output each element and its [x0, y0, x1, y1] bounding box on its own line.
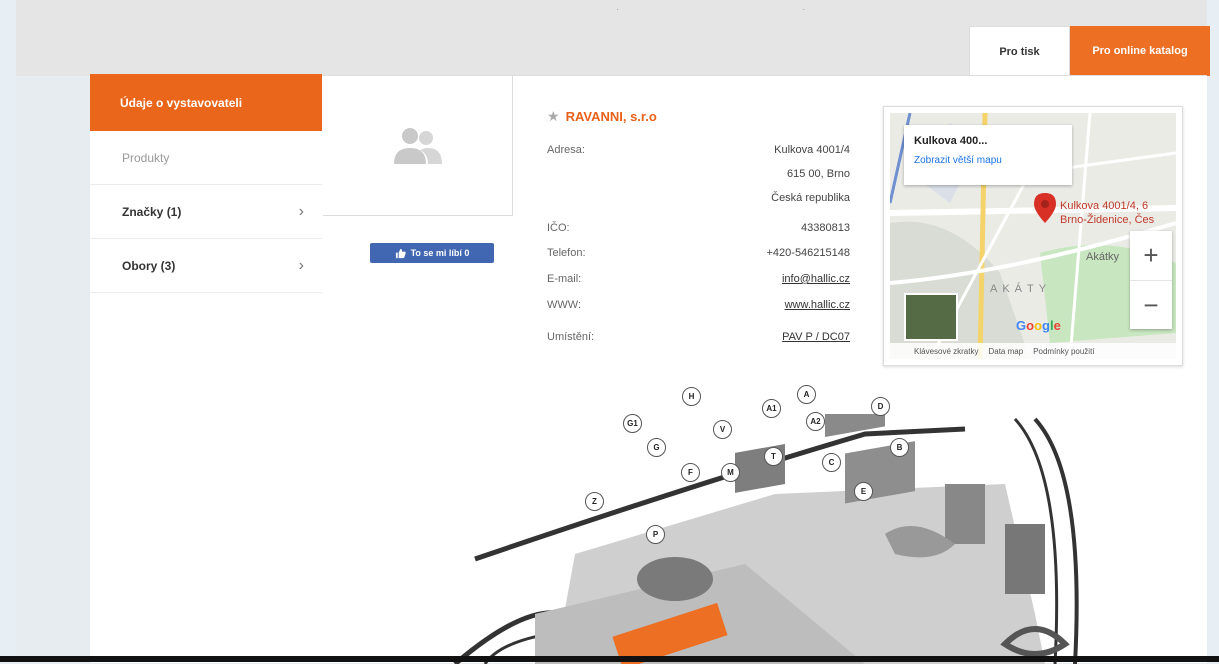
hall-marker[interactable]: H — [682, 387, 701, 406]
sidebar-item-products[interactable]: Produkty — [90, 131, 322, 185]
info-link[interactable]: PAV P / DC07 — [782, 331, 850, 343]
hall-marker[interactable]: G1 — [623, 414, 642, 433]
terms-link[interactable]: Podmínky použití — [1033, 347, 1094, 356]
hall-marker[interactable]: G — [647, 438, 666, 457]
sidebar-item-label: Obory (3) — [122, 258, 176, 273]
google-map[interactable]: Kulkova 400... Zobrazit větší mapu Kulko… — [883, 106, 1183, 366]
sidebar: Údaje o vystavovateli Produkty Značky (1… — [90, 74, 322, 293]
info-label: Umístění: — [547, 331, 595, 343]
map-pin-label: Kulkova 4001/4, 6 Brno-Židenice, Čes — [1060, 200, 1155, 226]
hall-marker[interactable]: A2 — [806, 412, 825, 431]
info-label: WWW: — [547, 299, 582, 311]
hall-marker[interactable]: A — [797, 385, 816, 404]
info-value: Kulkova 4001/4 — [774, 144, 850, 156]
hall-marker[interactable]: B — [890, 438, 909, 457]
hall-marker[interactable]: C — [822, 453, 841, 472]
sidebar-item-fields[interactable]: Obory (3) › — [90, 239, 322, 293]
main-content: Údaje o vystavovateli Produkty Značky (1… — [90, 74, 1207, 664]
map-info-title: Kulkova 400... — [914, 135, 988, 147]
chevron-right-icon: › — [298, 202, 304, 220]
right-margin — [1207, 0, 1219, 662]
info-value: Česká republika — [771, 192, 850, 204]
info-link[interactable]: www.hallic.cz — [785, 299, 850, 311]
map-area-label: Akátky — [1086, 251, 1120, 263]
google-logo: Google — [1016, 318, 1061, 333]
facebook-like-button[interactable]: To se mi líbí 0 — [370, 243, 494, 263]
tab-print[interactable]: Pro tisk — [969, 26, 1070, 76]
view-tabs: Pro tisk Pro online katalog — [969, 26, 1210, 76]
map-area-label: AKÁTY — [990, 283, 1052, 295]
company-name: ★ RAVANNI, s.r.o — [547, 108, 657, 125]
hall-marker[interactable]: P — [646, 525, 665, 544]
map-zoom-control: + − — [1130, 231, 1172, 329]
view-larger-map-link[interactable]: Zobrazit větší mapu — [914, 155, 1002, 166]
info-label: Adresa: — [547, 144, 585, 156]
keyboard-shortcuts-link[interactable]: Klávesové zkratky — [914, 347, 978, 356]
company-logo-placeholder — [323, 76, 513, 216]
thumbs-up-icon — [395, 248, 406, 258]
bottom-edge — [0, 656, 1219, 662]
info-value: 615 00, Brno — [787, 168, 850, 180]
sidebar-item-exhibitor-info[interactable]: Údaje o vystavovateli — [90, 74, 322, 131]
users-icon — [393, 127, 442, 164]
hall-marker[interactable]: A1 — [762, 399, 781, 418]
hall-marker[interactable]: E — [854, 482, 873, 501]
venue-map — [453, 414, 1079, 664]
company-name-text: RAVANNI, s.r.o — [565, 109, 657, 124]
info-value: +420-546215148 — [766, 247, 851, 259]
hall-marker[interactable]: F — [681, 463, 700, 482]
chevron-right-icon: › — [298, 256, 304, 274]
hall-marker[interactable]: T — [764, 447, 783, 466]
info-value: 43380813 — [801, 222, 850, 234]
info-link[interactable]: info@hallic.cz — [782, 273, 850, 285]
hall-marker[interactable]: Z — [585, 492, 604, 511]
zoom-out-button[interactable]: − — [1130, 281, 1172, 330]
hall-marker[interactable]: M — [721, 463, 740, 482]
info-label: IČO: — [547, 222, 570, 234]
sidebar-item-label: Značky (1) — [122, 204, 182, 219]
map-data-link[interactable]: Data map — [988, 347, 1023, 356]
left-margin — [0, 0, 16, 662]
map-canvas[interactable]: Kulkova 400... Zobrazit větší mapu Kulko… — [890, 113, 1176, 359]
hall-marker[interactable]: V — [713, 420, 732, 439]
hall-marker[interactable]: D — [871, 397, 890, 416]
sidebar-item-brands[interactable]: Značky (1) › — [90, 185, 322, 239]
like-label: To se mi líbí 0 — [410, 248, 470, 258]
satellite-toggle[interactable] — [904, 293, 958, 341]
map-pin-icon[interactable] — [1034, 193, 1056, 223]
tab-online-catalog[interactable]: Pro online katalog — [1070, 26, 1210, 76]
info-label: Telefon: — [547, 247, 586, 259]
map-info-window: Kulkova 400... Zobrazit větší mapu — [904, 125, 1072, 185]
map-footer: Klávesové zkratky Data map Podmínky použ… — [890, 343, 1176, 359]
sidebar-item-label: Produkty — [122, 150, 170, 165]
info-label: E-mail: — [547, 273, 582, 285]
star-icon[interactable]: ★ — [547, 108, 560, 125]
zoom-in-button[interactable]: + — [1130, 231, 1172, 281]
